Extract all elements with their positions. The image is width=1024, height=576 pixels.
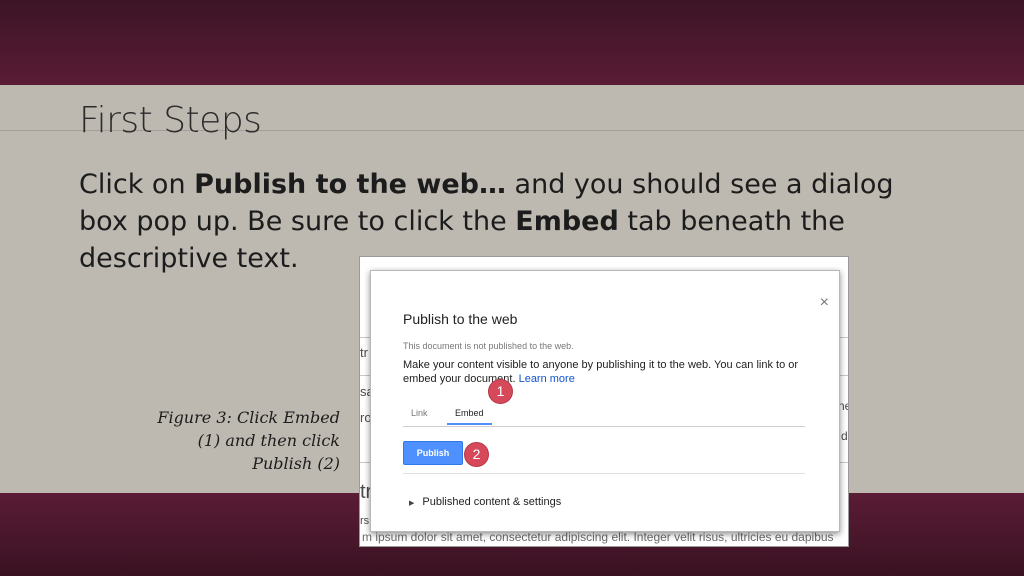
- caption-line-3: Publish (2): [252, 454, 340, 473]
- publish-status-text: This document is not published to the we…: [403, 341, 574, 351]
- body-text-part-1: Click on: [79, 169, 195, 200]
- published-settings-label: Published content & settings: [422, 496, 562, 508]
- chevron-right-icon: ▶: [409, 500, 415, 507]
- caption-line-2: (1) and then click: [197, 431, 340, 450]
- body-bold-publish: Publish to the web…: [194, 169, 506, 200]
- close-icon[interactable]: ×: [820, 294, 829, 312]
- dialog-screenshot: tr sa ro tr rs ne d m ipsum dolor sit am…: [360, 257, 848, 546]
- dialog-title: Publish to the web: [403, 311, 518, 327]
- learn-more-link[interactable]: Learn more: [519, 373, 575, 385]
- published-settings-toggle[interactable]: ▶ Published content & settings: [409, 496, 561, 508]
- description-text: Make your content visible to anyone by p…: [403, 359, 799, 385]
- step-1-badge: 1: [488, 379, 513, 404]
- tab-embed[interactable]: Embed: [447, 408, 492, 425]
- top-color-band: [0, 0, 1024, 85]
- caption-line-1: Figure 3: Click Embed: [157, 408, 340, 427]
- tab-link[interactable]: Link: [403, 408, 436, 423]
- publish-tabs: Link Embed: [403, 406, 805, 427]
- doc-fragment: tr: [360, 345, 368, 360]
- publish-button[interactable]: Publish: [403, 441, 463, 465]
- publish-dialog: Publish to the web × This document is no…: [370, 270, 840, 532]
- step-2-badge: 2: [464, 442, 489, 467]
- body-bold-embed: Embed: [515, 206, 619, 237]
- doc-fragment: rs: [360, 515, 370, 527]
- dialog-divider: [403, 473, 805, 474]
- doc-body-text: m ipsum dolor sit amet, consectetur adip…: [362, 530, 834, 544]
- figure-caption: Figure 3: Click Embed (1) and then click…: [150, 406, 340, 475]
- dialog-description: Make your content visible to anyone by p…: [403, 358, 813, 386]
- doc-fragment: d: [841, 429, 848, 443]
- slide-title: First Steps: [79, 100, 262, 141]
